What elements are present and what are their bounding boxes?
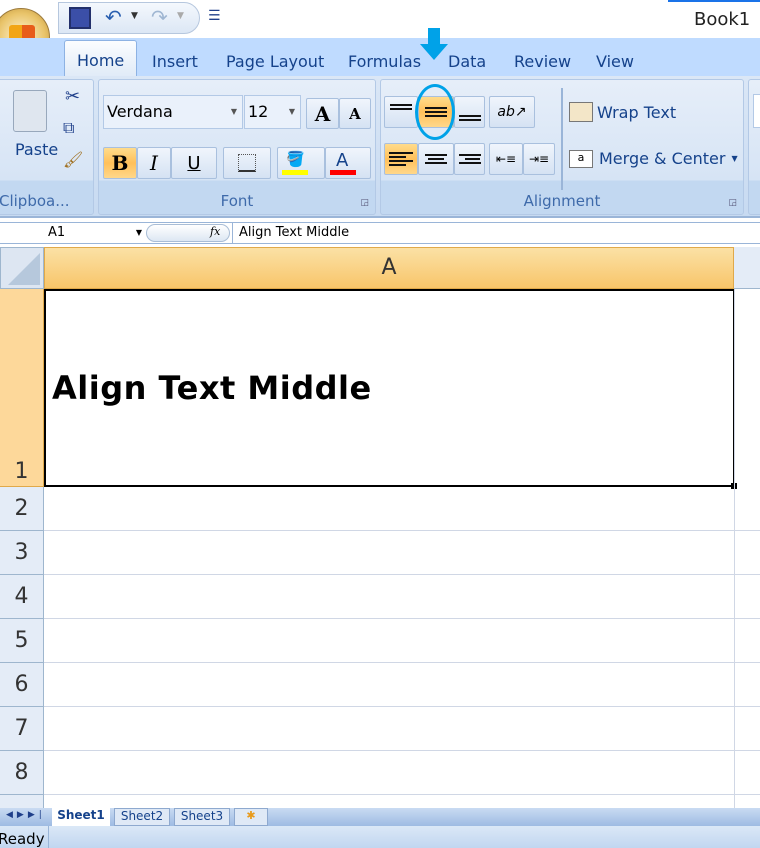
fx-icon[interactable]: fx: [210, 225, 220, 238]
quick-access-toolbar: ↶ ▼ ↷ ▼: [58, 2, 200, 34]
name-box[interactable]: A1 ▼: [0, 223, 146, 243]
fill-bucket-icon: 🪣: [286, 150, 305, 168]
column-header-a[interactable]: A: [44, 247, 734, 289]
sheet-nav-icons[interactable]: ◀▶▶|: [6, 810, 46, 820]
save-icon[interactable]: [69, 7, 91, 29]
font-color-button[interactable]: A: [325, 147, 371, 179]
insert-sheet-icon[interactable]: ✱: [234, 808, 268, 826]
clipboard-icon: [13, 90, 47, 132]
selected-highlight-ellipse: [415, 84, 455, 140]
row-header-1[interactable]: 1: [0, 289, 44, 487]
customize-qat-icon[interactable]: ☰: [208, 8, 221, 24]
tab-formulas[interactable]: Formulas: [348, 52, 421, 71]
alignment-dialog-launcher-icon[interactable]: ◲: [728, 198, 737, 208]
orientation-button[interactable]: ab↗: [489, 96, 535, 128]
row-header-6[interactable]: 6: [0, 663, 44, 707]
tab-data[interactable]: Data: [448, 52, 486, 71]
wrap-text-icon: [569, 102, 593, 122]
worksheet-grid: A 1 Align Text Middle 2 3 4 5 6 7 8: [0, 247, 760, 809]
clipboard-group: Paste ✂ ⧉ 🖌 Clipboa...: [0, 79, 94, 215]
grow-font-button[interactable]: A: [306, 98, 339, 129]
tab-page-layout[interactable]: Page Layout: [226, 52, 324, 71]
borders-icon: [238, 154, 256, 172]
align-left-button[interactable]: [384, 143, 418, 175]
number-group: [748, 79, 760, 215]
wrap-text-button[interactable]: Wrap Text: [569, 102, 676, 122]
row-header-8[interactable]: 8: [0, 751, 44, 795]
sheet-tab-3[interactable]: Sheet3: [174, 808, 230, 826]
font-dialog-launcher-icon[interactable]: ◲: [360, 198, 369, 208]
clipboard-label: Clipboa...: [0, 192, 70, 210]
tab-view[interactable]: View: [596, 52, 634, 71]
row-header-7[interactable]: 7: [0, 707, 44, 751]
italic-button[interactable]: I: [137, 147, 171, 179]
alignment-label: Alignment: [523, 192, 601, 210]
redo-icon[interactable]: ↷: [151, 5, 168, 29]
decrease-indent-button[interactable]: ⇤≡: [489, 143, 523, 175]
formula-input[interactable]: Align Text Middle: [232, 223, 760, 243]
sheet-tab-2[interactable]: Sheet2: [114, 808, 170, 826]
align-center-button[interactable]: [418, 143, 454, 175]
row-header-4[interactable]: 4: [0, 575, 44, 619]
ribbon-tabs: Home Insert Page Layout Formulas Data Re…: [0, 38, 760, 78]
row-header-3[interactable]: 3: [0, 531, 44, 575]
select-all-corner[interactable]: [0, 247, 44, 289]
undo-icon[interactable]: ↶: [105, 5, 122, 29]
bottom-align-button[interactable]: [454, 96, 485, 128]
fill-color-button[interactable]: 🪣: [277, 147, 325, 179]
tab-home[interactable]: Home: [64, 40, 138, 78]
font-group: Verdana ▼ 12 ▼ A A B I U 🪣 A Font ◲: [98, 79, 376, 215]
cut-icon[interactable]: ✂: [65, 86, 80, 107]
orange-down-arrow: [420, 28, 448, 60]
underline-button[interactable]: U: [171, 147, 217, 179]
font-size-select[interactable]: 12 ▼: [244, 95, 301, 129]
alignment-group: ab↗ ⇤≡ ⇥≡ Wrap Text a Merge & Center ▼ Ali…: [380, 79, 744, 215]
formula-bar: A1 ▼ fx Align Text Middle: [0, 222, 760, 244]
shrink-font-button[interactable]: A: [339, 98, 371, 129]
font-name-select[interactable]: Verdana ▼: [103, 95, 243, 129]
tab-review[interactable]: Review: [514, 52, 571, 71]
tab-insert[interactable]: Insert: [152, 52, 198, 71]
increase-indent-button[interactable]: ⇥≡: [523, 143, 555, 175]
paste-button[interactable]: Paste: [3, 86, 58, 178]
undo-dropdown-icon[interactable]: ▼: [131, 11, 138, 21]
status-text: Ready: [0, 830, 45, 848]
row-header-5[interactable]: 5: [0, 619, 44, 663]
status-bar: Ready: [0, 826, 760, 848]
sheet-tab-1[interactable]: Sheet1: [52, 808, 110, 826]
top-align-button[interactable]: [384, 96, 418, 128]
format-painter-icon[interactable]: 🖌: [63, 150, 83, 169]
copy-icon[interactable]: ⧉: [63, 118, 74, 138]
merge-icon: a: [569, 149, 593, 168]
ribbon: Paste ✂ ⧉ 🖌 Clipboa... Verdana ▼ 12 ▼ A A …: [0, 76, 760, 218]
sheet-tab-bar: ◀▶▶| Sheet1 Sheet2 Sheet3 ✱: [0, 808, 760, 826]
redo-dropdown-icon[interactable]: ▼: [177, 11, 184, 21]
borders-button[interactable]: [223, 147, 271, 179]
bold-button[interactable]: B: [103, 147, 137, 179]
row-header-2[interactable]: 2: [0, 487, 44, 531]
font-label: Font: [220, 192, 254, 210]
cell-a1[interactable]: Align Text Middle: [44, 289, 737, 489]
align-right-button[interactable]: [454, 143, 485, 175]
merge-center-button[interactable]: a Merge & Center ▼: [569, 149, 738, 168]
